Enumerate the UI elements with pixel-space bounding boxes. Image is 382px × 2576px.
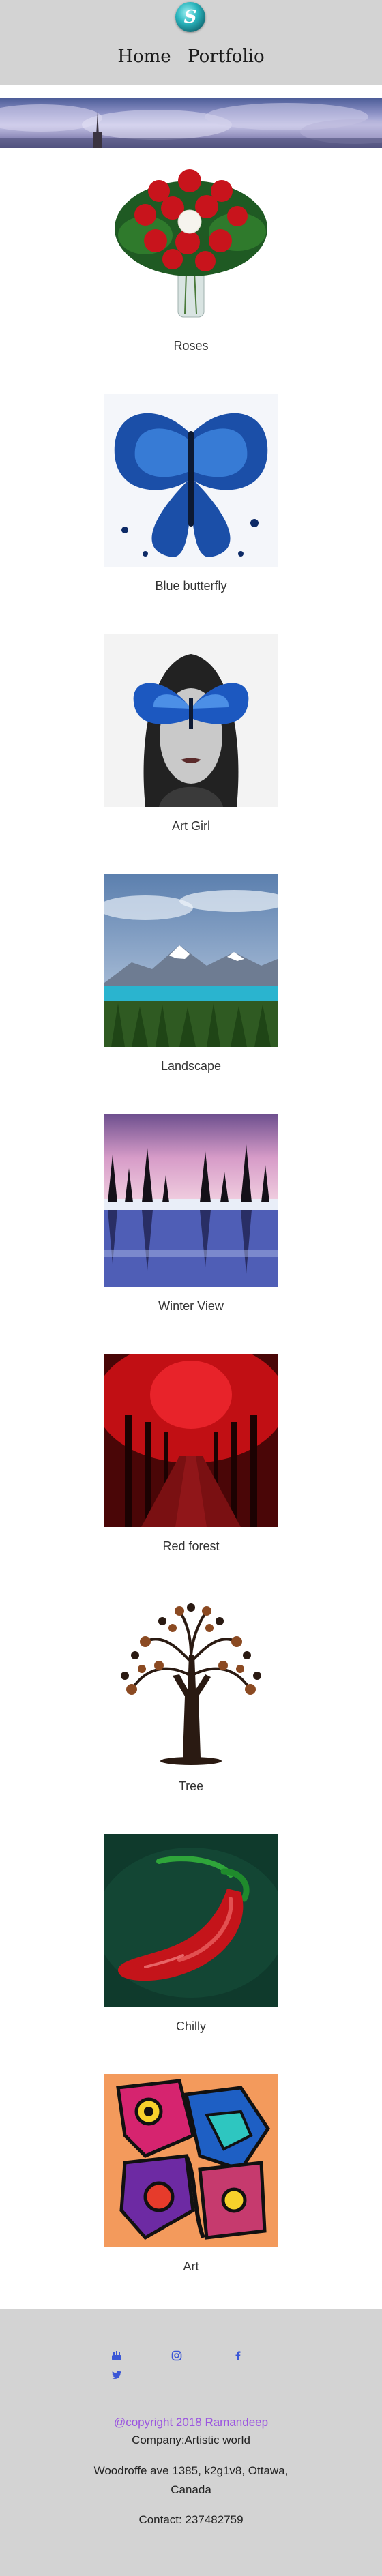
gallery-caption: Chilly	[175, 2019, 206, 2033]
instagram-icon[interactable]	[171, 2350, 182, 2365]
chilly-image[interactable]	[104, 1834, 278, 2007]
art-girl-image[interactable]	[104, 634, 278, 807]
main-nav: Home Portfolio	[0, 46, 382, 67]
address-line-2: Canada	[171, 2483, 211, 2496]
banner-image	[0, 98, 382, 148]
copyright-text: @copyright 2018 Ramandeep	[113, 2416, 269, 2429]
address-line-1: Woodroffe ave 1385, k2g1v8, Ottawa,	[93, 2464, 289, 2477]
site-logo[interactable]: S	[175, 2, 205, 32]
roses-image[interactable]	[104, 153, 278, 327]
gallery-caption: Blue butterfly	[155, 579, 227, 593]
site-footer: @copyright 2018 Ramandeep Company:Artist…	[0, 2309, 382, 2576]
gallery-caption: Tree	[178, 1779, 204, 1793]
winter-view-image[interactable]	[104, 1114, 278, 1287]
facebook-icon[interactable]	[233, 2350, 244, 2365]
nav-portfolio-link[interactable]: Portfolio	[188, 46, 265, 67]
red-forest-image[interactable]	[104, 1354, 278, 1527]
gallery-caption: Art Girl	[172, 819, 210, 833]
nav-home-link[interactable]: Home	[117, 46, 171, 67]
site-header: S Home Portfolio	[0, 0, 382, 85]
company-text: Company:Artistic world	[132, 2433, 250, 2446]
tree-image[interactable]	[104, 1594, 278, 1767]
contact-text: Contact: 237482759	[138, 2513, 244, 2526]
art-image[interactable]	[104, 2074, 278, 2247]
gallery-caption: Winter View	[158, 1299, 224, 1313]
blue-butterfly-image[interactable]	[104, 394, 278, 567]
gallery-caption: Roses	[173, 339, 209, 353]
gallery-caption: Landscape	[160, 1059, 222, 1073]
logo-letter: S	[183, 7, 197, 27]
youtube-icon[interactable]	[111, 2350, 122, 2365]
gallery-caption: Art	[183, 2260, 199, 2273]
twitter-icon[interactable]	[111, 2369, 122, 2384]
landscape-image[interactable]	[104, 874, 278, 1047]
header-divider	[0, 85, 382, 93]
gallery-caption: Red forest	[162, 1539, 220, 1553]
